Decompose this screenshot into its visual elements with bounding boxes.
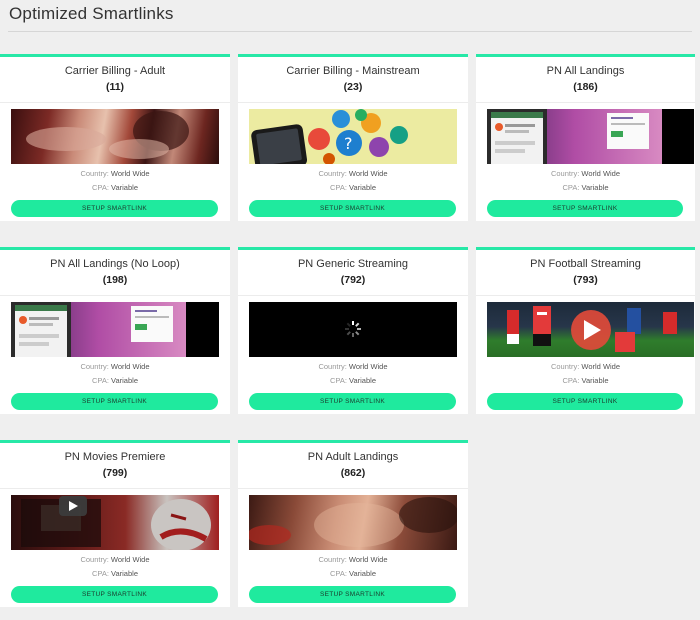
setup-smartlink-button[interactable]: SETUP SMARTLINK bbox=[11, 200, 218, 217]
card-country: Country: World Wide bbox=[550, 362, 621, 371]
card-count: (23) bbox=[343, 81, 363, 93]
smartlink-card: Carrier Billing - Adult (11) Country: Wo… bbox=[0, 54, 230, 221]
card-cpa: CPA: Variable bbox=[91, 376, 138, 385]
card-cpa: CPA: Variable bbox=[91, 183, 138, 192]
card-cpa: CPA: Variable bbox=[329, 569, 376, 578]
smartlink-card: PN Football Streaming (793) Country: Wor… bbox=[476, 247, 695, 414]
smartlink-card: PN All Landings (No Loop) (198) Country:… bbox=[0, 247, 230, 414]
card-header: PN Football Streaming (793) bbox=[476, 250, 695, 296]
setup-smartlink-button[interactable]: SETUP SMARTLINK bbox=[249, 393, 456, 410]
card-header: Carrier Billing - Mainstream (23) bbox=[238, 57, 468, 103]
card-country: Country: World Wide bbox=[80, 555, 150, 564]
setup-smartlink-button[interactable]: SETUP SMARTLINK bbox=[249, 200, 456, 217]
card-header: PN All Landings (No Loop) (198) bbox=[0, 250, 230, 296]
card-cpa: CPA: Variable bbox=[562, 376, 609, 385]
card-title: PN Football Streaming bbox=[530, 258, 641, 270]
card-header: Carrier Billing - Adult (11) bbox=[0, 57, 230, 103]
card-cpa: CPA: Variable bbox=[329, 183, 376, 192]
card-thumbnail: ? bbox=[249, 109, 457, 164]
card-header: PN Movies Premiere (799) bbox=[0, 443, 230, 489]
card-thumbnail bbox=[11, 302, 219, 357]
card-header: PN Adult Landings (862) bbox=[238, 443, 468, 489]
loading-spinner-icon bbox=[345, 321, 361, 337]
card-count: (198) bbox=[102, 274, 128, 286]
card-thumbnail bbox=[487, 302, 694, 357]
svg-text:?: ? bbox=[344, 134, 353, 153]
card-cpa: CPA: Variable bbox=[562, 183, 609, 192]
card-count: (792) bbox=[340, 274, 366, 286]
card-thumbnail bbox=[249, 302, 457, 357]
card-title: PN All Landings bbox=[546, 65, 625, 77]
card-title: PN All Landings (No Loop) bbox=[50, 258, 180, 270]
card-count: (799) bbox=[102, 467, 128, 479]
card-country: Country: World Wide bbox=[80, 169, 150, 178]
setup-smartlink-button[interactable]: SETUP SMARTLINK bbox=[11, 393, 218, 410]
card-header: PN Generic Streaming (792) bbox=[238, 250, 468, 296]
card-title: Carrier Billing - Mainstream bbox=[286, 65, 420, 77]
smartlink-card: PN Adult Landings (862) Country: World W… bbox=[238, 440, 468, 607]
setup-smartlink-button[interactable]: SETUP SMARTLINK bbox=[11, 586, 218, 603]
card-count: (186) bbox=[573, 81, 598, 93]
smartlink-card: PN Movies Premiere (799) Country: World … bbox=[0, 440, 230, 607]
card-title: Carrier Billing - Adult bbox=[64, 65, 166, 77]
card-count: (793) bbox=[573, 274, 598, 286]
setup-smartlink-button[interactable]: SETUP SMARTLINK bbox=[487, 393, 683, 410]
page-title: Optimized Smartlinks bbox=[9, 4, 174, 23]
card-country: Country: World Wide bbox=[80, 362, 150, 371]
card-country: Country: World Wide bbox=[550, 169, 621, 178]
card-thumbnail bbox=[11, 109, 219, 164]
card-country: Country: World Wide bbox=[318, 169, 388, 178]
smartlink-card: PN Generic Streaming (792) Country: Worl… bbox=[238, 247, 468, 414]
smartlink-grid: Carrier Billing - Adult (11) Country: Wo… bbox=[0, 54, 700, 607]
card-count: (11) bbox=[105, 81, 125, 93]
card-thumbnail bbox=[487, 109, 694, 164]
card-title: PN Adult Landings bbox=[307, 451, 399, 463]
setup-smartlink-button[interactable]: SETUP SMARTLINK bbox=[249, 586, 456, 603]
card-header: PN All Landings (186) bbox=[476, 57, 695, 103]
card-title: PN Generic Streaming bbox=[297, 258, 409, 270]
setup-smartlink-button[interactable]: SETUP SMARTLINK bbox=[487, 200, 683, 217]
card-cpa: CPA: Variable bbox=[91, 569, 138, 578]
card-count: (862) bbox=[340, 467, 366, 479]
card-country: Country: World Wide bbox=[318, 362, 388, 371]
card-thumbnail bbox=[249, 495, 457, 550]
smartlink-card: Carrier Billing - Mainstream (23) ? Coun… bbox=[238, 54, 468, 221]
card-cpa: CPA: Variable bbox=[329, 376, 376, 385]
title-divider bbox=[8, 31, 692, 32]
card-country: Country: World Wide bbox=[318, 555, 388, 564]
card-thumbnail bbox=[11, 495, 219, 550]
card-title: PN Movies Premiere bbox=[64, 451, 166, 463]
smartlink-card: PN All Landings (186) Country: World Wid… bbox=[476, 54, 695, 221]
